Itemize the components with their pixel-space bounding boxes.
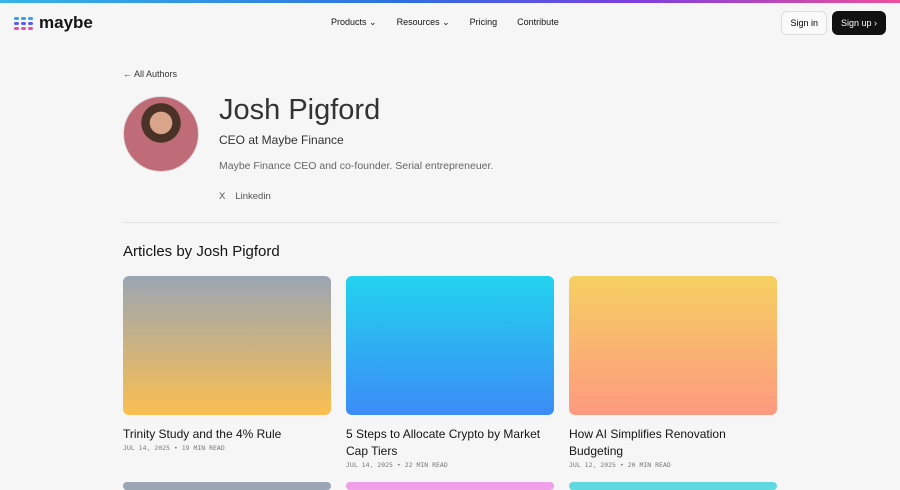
sign-up-label: Sign up: [840, 18, 872, 28]
section-title: Articles by Josh Pigford: [123, 243, 280, 260]
sign-up-button[interactable]: Sign up ›: [831, 11, 886, 35]
linkedin-link[interactable]: Linkedin: [235, 191, 270, 202]
nav-products[interactable]: Products ⌄: [331, 17, 377, 28]
article-meta: JUL 14, 2025 • 22 MIN READ: [346, 461, 448, 469]
article-image: [569, 276, 777, 415]
back-link[interactable]: ← All Authors: [123, 69, 177, 79]
nav-label: Products: [331, 17, 367, 27]
article-title: Trinity Study and the 4% Rule: [123, 427, 282, 441]
brand-name: maybe: [39, 13, 93, 32]
article-meta: JUL 12, 2025 • 20 MIN READ: [569, 461, 671, 469]
nav-label: Resources: [396, 17, 440, 27]
avatar: [123, 96, 199, 172]
navbar: maybe Products ⌄ Resources ⌄ Pricing Con…: [0, 3, 900, 43]
article-card-peek[interactable]: [346, 482, 554, 490]
sign-in-button[interactable]: Sign in: [781, 11, 827, 35]
nav-pricing[interactable]: Pricing: [470, 17, 498, 28]
article-image: [346, 276, 554, 415]
divider: [123, 222, 778, 223]
article-card[interactable]: Trinity Study and the 4% Rule JUL 14, 20…: [123, 276, 331, 452]
author-name: Josh Pigford: [219, 94, 381, 126]
logo-icon: [14, 16, 33, 30]
nav-resources[interactable]: Resources ⌄: [397, 17, 450, 28]
article-card[interactable]: How AI Simplifies Renovation Budgeting J…: [569, 276, 777, 469]
arrow-left-icon: ←: [123, 69, 135, 79]
back-label: All Authors: [134, 69, 178, 79]
article-card[interactable]: 5 Steps to Allocate Crypto by Market Cap…: [346, 276, 554, 469]
logo[interactable]: maybe: [14, 13, 93, 33]
author-role: CEO at Maybe Finance: [219, 133, 344, 147]
article-card-peek[interactable]: [569, 482, 777, 490]
article-title: How AI Simplifies Renovation Budgeting: [569, 427, 726, 458]
article-meta: JUL 14, 2025 • 19 MIN READ: [123, 444, 225, 452]
article-card-peek[interactable]: [123, 482, 331, 490]
author-bio: Maybe Finance CEO and co-founder. Serial…: [219, 160, 494, 172]
x-link[interactable]: X: [219, 191, 225, 202]
article-image: [123, 276, 331, 415]
article-title: 5 Steps to Allocate Crypto by Market Cap…: [346, 427, 541, 458]
nav-contribute[interactable]: Contribute: [517, 17, 559, 28]
